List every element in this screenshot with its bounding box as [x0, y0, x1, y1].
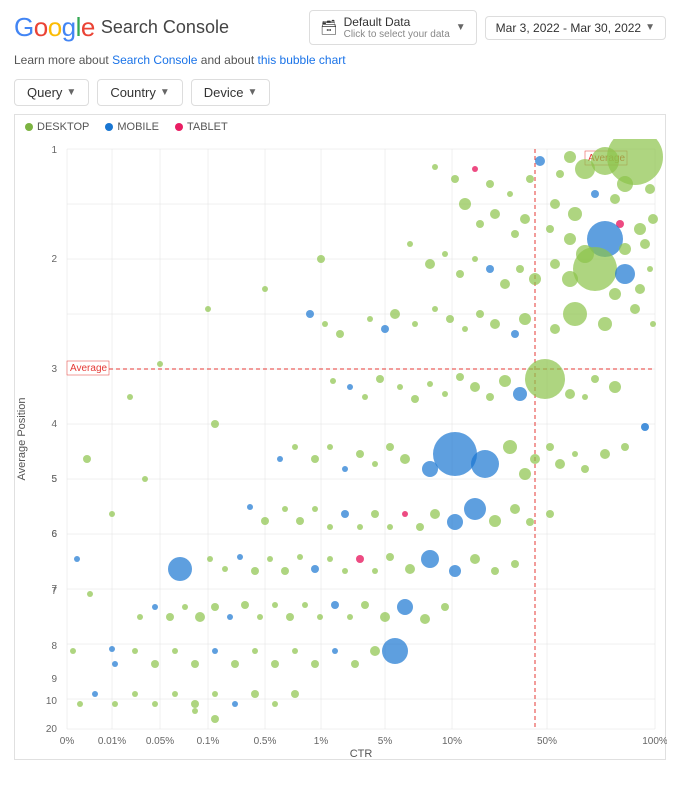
- data-selector-label: Default Data: [344, 15, 450, 29]
- search-console-link[interactable]: Search Console: [112, 53, 197, 67]
- data-selector[interactable]: 🗃 Default Data Click to select your data…: [309, 10, 477, 45]
- svg-text:50%: 50%: [537, 736, 557, 747]
- svg-text:3: 3: [51, 364, 57, 375]
- svg-text:2: 2: [51, 254, 57, 265]
- data-selector-sublabel: Click to select your data: [344, 29, 450, 40]
- svg-text:1: 1: [51, 145, 57, 156]
- logo: Google Search Console: [14, 12, 229, 43]
- logo-search-console: Search Console: [101, 17, 229, 38]
- svg-text:10: 10: [46, 696, 58, 707]
- logo-google: Google: [14, 12, 95, 43]
- svg-text:0%: 0%: [60, 736, 75, 747]
- country-label: Country: [110, 85, 156, 100]
- svg-text:1%: 1%: [314, 736, 329, 747]
- query-label: Query: [27, 85, 62, 100]
- header-controls: 🗃 Default Data Click to select your data…: [309, 10, 666, 45]
- y-axis-title: Average Position: [16, 398, 28, 481]
- svg-text:8: 8: [51, 641, 57, 652]
- tablet-dot: [175, 123, 183, 131]
- svg-text:0.1%: 0.1%: [197, 736, 220, 747]
- svg-text:5: 5: [51, 474, 57, 485]
- avg-label-left: Average: [70, 363, 108, 374]
- country-filter[interactable]: Country ▼: [97, 79, 182, 106]
- chevron-down-icon-date: ▼: [645, 22, 655, 33]
- chart-container: .axis-label { font-size: 10px; fill: #66…: [15, 139, 665, 759]
- legend-tablet: TABLET: [175, 121, 228, 133]
- svg-text:0.05%: 0.05%: [146, 736, 174, 747]
- svg-text:5%: 5%: [378, 736, 393, 747]
- mobile-dot: [105, 123, 113, 131]
- bubble-chart-link[interactable]: this bubble chart: [258, 53, 346, 67]
- desktop-dot: [25, 123, 33, 131]
- chevron-down-icon-query: ▼: [66, 87, 76, 98]
- svg-text:4: 4: [51, 419, 57, 430]
- desktop-label: DESKTOP: [37, 121, 89, 133]
- svg-text:7: 7: [51, 586, 57, 597]
- chart-area: DESKTOP MOBILE TABLET .axis-label { font…: [14, 114, 666, 760]
- svg-text:0.01%: 0.01%: [98, 736, 126, 747]
- date-range-label: Mar 3, 2022 - Mar 30, 2022: [496, 21, 641, 35]
- mobile-label: MOBILE: [117, 121, 159, 133]
- svg-text:6: 6: [51, 529, 57, 540]
- tablet-label: TABLET: [187, 121, 228, 133]
- filters-row: Query ▼ Country ▼ Device ▼: [0, 75, 680, 114]
- chevron-down-icon-device: ▼: [248, 87, 258, 98]
- svg-text:100%: 100%: [642, 736, 667, 747]
- database-icon: 🗃: [320, 19, 338, 36]
- svg-text:9: 9: [51, 674, 57, 685]
- date-selector[interactable]: Mar 3, 2022 - Mar 30, 2022 ▼: [485, 16, 666, 40]
- header: Google Search Console 🗃 Default Data Cli…: [0, 0, 680, 51]
- sub-header-text2: and about: [197, 53, 257, 67]
- svg-text:20: 20: [46, 724, 58, 735]
- query-filter[interactable]: Query ▼: [14, 79, 89, 106]
- sub-header: Learn more about Search Console and abou…: [0, 51, 680, 75]
- svg-text:0.5%: 0.5%: [254, 736, 277, 747]
- chevron-down-icon-country: ▼: [160, 87, 170, 98]
- legend: DESKTOP MOBILE TABLET: [15, 115, 665, 139]
- data-selector-text: Default Data Click to select your data: [344, 15, 450, 40]
- device-label: Device: [204, 85, 244, 100]
- legend-desktop: DESKTOP: [25, 121, 89, 133]
- device-filter[interactable]: Device ▼: [191, 79, 271, 106]
- svg-text:10%: 10%: [442, 736, 462, 747]
- legend-mobile: MOBILE: [105, 121, 159, 133]
- x-axis-title: CTR: [350, 748, 373, 759]
- sub-header-text1: Learn more about: [14, 53, 112, 67]
- chevron-down-icon: ▼: [456, 22, 466, 33]
- bubble-chart: .axis-label { font-size: 10px; fill: #66…: [15, 139, 667, 759]
